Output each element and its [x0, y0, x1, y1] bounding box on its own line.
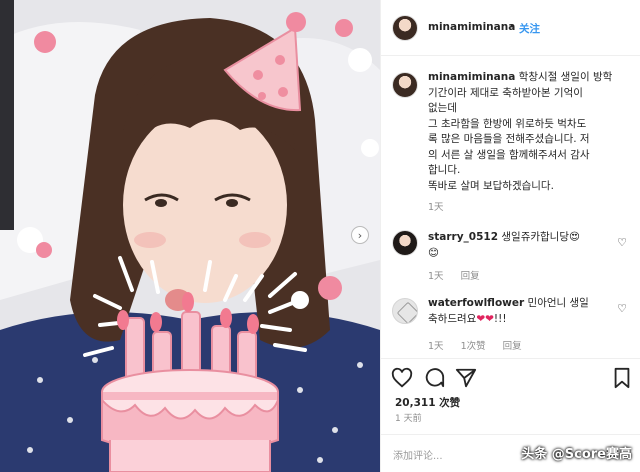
- comment-time: 1天: [428, 271, 444, 282]
- comment-hearts: ❤❤: [476, 312, 494, 325]
- comment-item: starry_0512 생일쥬카합니당😍 😊 ♡ 1天 回复: [381, 226, 640, 286]
- commenter-username[interactable]: starry_0512: [428, 231, 498, 243]
- comment-body: 축하드려요: [428, 312, 477, 325]
- share-icon[interactable]: [455, 367, 477, 389]
- bookmark-icon[interactable]: [611, 367, 633, 389]
- caption-line: 그 초라함을 한방에 위로하듯 벅차도: [428, 117, 587, 130]
- next-photo-chevron-right-icon[interactable]: ›: [351, 226, 369, 244]
- comment-item: waterfowlflower 민아언니 생일 축하드려요❤❤!!! ♡ 1天 …: [381, 296, 640, 356]
- comment-emoji: 😍: [569, 231, 580, 243]
- commenter-username[interactable]: waterfowlflower: [428, 297, 524, 309]
- comment-likes[interactable]: 1次赞: [461, 341, 486, 352]
- birthday-cake: [101, 369, 279, 472]
- likes-count[interactable]: 20,311 次赞: [395, 395, 460, 410]
- comment-like-heart-icon[interactable]: ♡: [617, 236, 627, 249]
- caption-author-avatar[interactable]: [392, 72, 418, 98]
- commenter-avatar[interactable]: [392, 298, 418, 324]
- comment-input[interactable]: 添加评论...: [393, 447, 443, 462]
- comment-emoji: 😊: [428, 246, 439, 259]
- caption-line: 록 많은 마음들을 전해주셨습니다. 저: [428, 133, 590, 145]
- follow-button[interactable]: 关注: [519, 21, 540, 36]
- post-photo: ›: [0, 0, 380, 472]
- header-separator: •: [509, 21, 516, 33]
- caption-text: minamiminana 학창시절 생일이 방학 기간이라 제대로 축하받아본 …: [428, 70, 634, 194]
- caption-line: 학창시절 생일이 방학: [518, 71, 613, 83]
- caption-time: 1天: [428, 199, 458, 213]
- commenter-avatar[interactable]: [392, 230, 418, 256]
- comment-reply-button[interactable]: 回复: [461, 271, 480, 282]
- comment-text: waterfowlflower 민아언니 생일 축하드려요❤❤!!!: [428, 296, 608, 327]
- comment-meta: 1天 1次赞 回复: [428, 338, 536, 352]
- comment-meta: 1天 回复: [428, 268, 494, 282]
- comment-like-heart-icon[interactable]: ♡: [617, 302, 627, 315]
- caption-time-text: 1天: [428, 202, 444, 213]
- caption-line: 합니다.: [428, 164, 461, 176]
- comment-exclaim: !!!: [493, 312, 507, 325]
- post-header: minamiminana • 关注: [381, 0, 640, 56]
- post-detail-panel: minamiminana • 关注 minamiminana 학창시절 생일이 …: [380, 0, 640, 472]
- caption-line: 없는데: [428, 102, 457, 114]
- comment-icon[interactable]: [423, 367, 445, 389]
- posted-ago: 1 天前: [395, 414, 422, 424]
- caption-username[interactable]: minamiminana: [428, 71, 515, 83]
- comment-reply-button[interactable]: 回复: [503, 341, 522, 352]
- photo-illustration: [0, 0, 380, 472]
- comment-body: 민아언니 생일: [527, 297, 589, 309]
- caption-line: 의 서른 살 생일을 함께해주셔서 감사: [428, 148, 590, 161]
- caption-line: 똑바로 살며 보답하겠습니다.: [428, 179, 554, 192]
- comment-text: starry_0512 생일쥬카합니당😍 😊: [428, 230, 608, 261]
- toutiao-watermark: 头条 @Score赛高: [521, 447, 632, 462]
- author-username[interactable]: minamiminana: [428, 21, 515, 33]
- comment-body: 생일쥬카합니당: [501, 231, 569, 243]
- caption-line: 기간이라 제대로 축하받아본 기억이: [428, 86, 583, 99]
- comment-time: 1天: [428, 341, 444, 352]
- heart-icon[interactable]: [391, 367, 413, 389]
- author-avatar[interactable]: [392, 15, 418, 41]
